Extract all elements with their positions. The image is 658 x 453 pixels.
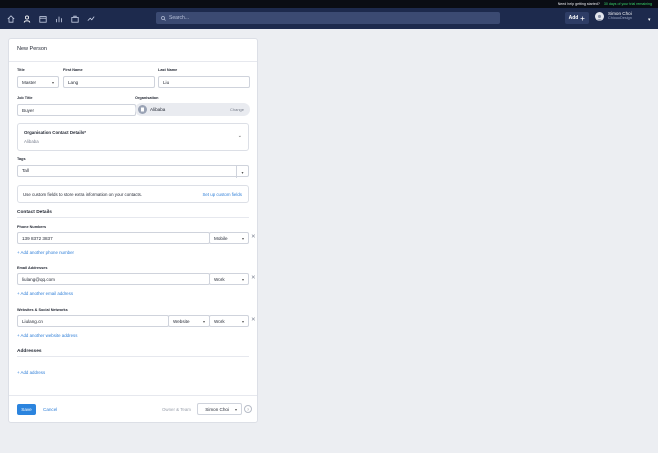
avatar-person-icon [596, 14, 603, 21]
trend-icon[interactable] [84, 12, 97, 25]
owner-value: Simon Choi [205, 406, 229, 412]
tag-chip[interactable]: Tall [22, 168, 29, 173]
org-contact-title: Organisation Contact Details* [24, 130, 86, 135]
cancel-button[interactable]: Cancel [43, 407, 57, 412]
first-name-label: First Name [63, 68, 83, 72]
contact-details-heading: Contact Details [17, 210, 52, 215]
first-name-value: Lang [68, 79, 79, 85]
org-contact-sub: Alibaba [24, 139, 39, 144]
job-title-value: Buyer [22, 107, 35, 113]
phone-type-value: Mobile [214, 235, 228, 241]
user-menu[interactable]: Simon Choi ChiouoDesign [595, 11, 632, 21]
add-button[interactable]: Add [565, 12, 589, 24]
email-type-value: Work [214, 276, 225, 282]
add-email-link[interactable]: + Add another email address [17, 291, 73, 296]
email-label: Email Addresses [17, 266, 48, 270]
add-address-link[interactable]: + Add address [17, 370, 45, 375]
section-divider [17, 356, 249, 357]
phone-label: Phone Numbers [17, 225, 47, 229]
website-kind-value: Website [173, 318, 190, 324]
chevron-down-icon: ▾ [202, 319, 205, 324]
calendar-icon[interactable] [36, 12, 49, 25]
organisation-pill[interactable]: Alibaba Change [135, 103, 250, 116]
phone-type-select[interactable]: Mobile ▾ [209, 232, 249, 244]
chevron-down-icon: ▾ [234, 407, 237, 412]
briefcase-icon[interactable] [68, 12, 81, 25]
tags-label: Tags [17, 157, 26, 161]
top-announcement-strip: Need help getting started? 30 days of yo… [0, 0, 658, 8]
user-company: ChiouoDesign [608, 16, 632, 20]
search-placeholder: Search... [169, 15, 190, 21]
add-button-label: Add [568, 15, 579, 21]
organisation-label: Organisation [135, 96, 159, 100]
tags-field[interactable]: Tall ▾ [17, 165, 249, 178]
website-type-select[interactable]: Work ▾ [209, 315, 249, 327]
job-title-label: Job Title [17, 96, 33, 100]
building-icon [138, 105, 147, 114]
chevron-down-icon[interactable]: ⌄ [238, 133, 242, 139]
search-icon [161, 15, 166, 21]
custom-fields-info: Use custom fields to store extra informa… [17, 185, 249, 203]
job-title-field[interactable]: Buyer [17, 104, 136, 116]
remove-email-icon[interactable]: ✕ [251, 275, 256, 281]
nav-icon-group [0, 12, 97, 25]
addresses-heading: Addresses [17, 349, 42, 354]
remove-website-icon[interactable]: ✕ [251, 317, 256, 323]
footer-divider [9, 395, 257, 396]
last-name-field[interactable]: Liu [158, 76, 250, 88]
chevron-down-icon: ▾ [241, 236, 244, 241]
add-phone-link[interactable]: + Add another phone number [17, 250, 74, 255]
new-person-form: New Person Title Master ▾ First Name Lan… [8, 38, 258, 423]
top-navbar: Search... Add Simon Choi ChiouoDesign ▾ [0, 8, 658, 29]
title-label: Title [17, 68, 25, 72]
help-text[interactable]: Need help getting started? [558, 0, 600, 8]
chevron-down-icon[interactable]: ▾ [236, 166, 248, 178]
chevron-down-icon[interactable]: ▾ [648, 17, 651, 23]
email-value: liulang@qq.com [22, 276, 56, 282]
website-kind-select[interactable]: Website ▾ [168, 315, 210, 327]
person-icon[interactable] [20, 12, 33, 25]
website-type-value: Work [214, 318, 225, 324]
save-button[interactable]: Save [17, 404, 36, 415]
custom-fields-text: Use custom fields to store extra informa… [23, 192, 143, 197]
avatar [595, 11, 604, 21]
organisation-change-link[interactable]: Change [230, 107, 244, 112]
home-icon[interactable] [4, 12, 17, 25]
email-type-select[interactable]: Work ▾ [209, 273, 249, 285]
website-field[interactable]: Liulang.cn [17, 315, 169, 327]
page-title: New Person [17, 46, 47, 52]
search-input[interactable]: Search... [156, 12, 500, 24]
section-divider [17, 217, 249, 218]
set-up-custom-fields-link[interactable]: Set up custom fields [202, 192, 242, 197]
last-name-value: Liu [163, 79, 170, 85]
phone-value: 139 8372 3837 [22, 235, 53, 241]
website-value: Liulang.cn [22, 318, 43, 324]
websites-label: Websites & Social Networks [17, 308, 68, 312]
header-divider [9, 61, 257, 62]
title-value: Master [22, 79, 37, 85]
last-name-label: Last Name [158, 68, 178, 72]
owner-select[interactable]: Simon Choi ▾ [197, 403, 242, 415]
first-name-field[interactable]: Lang [63, 76, 155, 88]
org-contact-details-panel[interactable]: Organisation Contact Details* Alibaba ⌄ [17, 123, 249, 151]
trial-remaining-text[interactable]: 30 days of your trial remaining [604, 0, 652, 8]
chevron-down-icon: ▾ [241, 277, 244, 282]
add-website-link[interactable]: + Add another website address [17, 333, 77, 338]
organisation-value: Alibaba [150, 107, 166, 112]
chart-icon[interactable] [52, 12, 65, 25]
email-field[interactable]: liulang@qq.com [17, 273, 210, 285]
plus-icon [580, 16, 585, 20]
phone-field[interactable]: 139 8372 3837 [17, 232, 210, 244]
remove-phone-icon[interactable]: ✕ [251, 234, 256, 240]
help-icon[interactable]: ? [244, 405, 252, 413]
user-info: Simon Choi ChiouoDesign [608, 11, 632, 21]
chevron-down-icon: ▾ [241, 319, 244, 324]
title-select[interactable]: Master ▾ [17, 76, 59, 88]
owner-team-label: Owner & Team [162, 407, 191, 412]
chevron-down-icon: ▾ [51, 80, 54, 85]
